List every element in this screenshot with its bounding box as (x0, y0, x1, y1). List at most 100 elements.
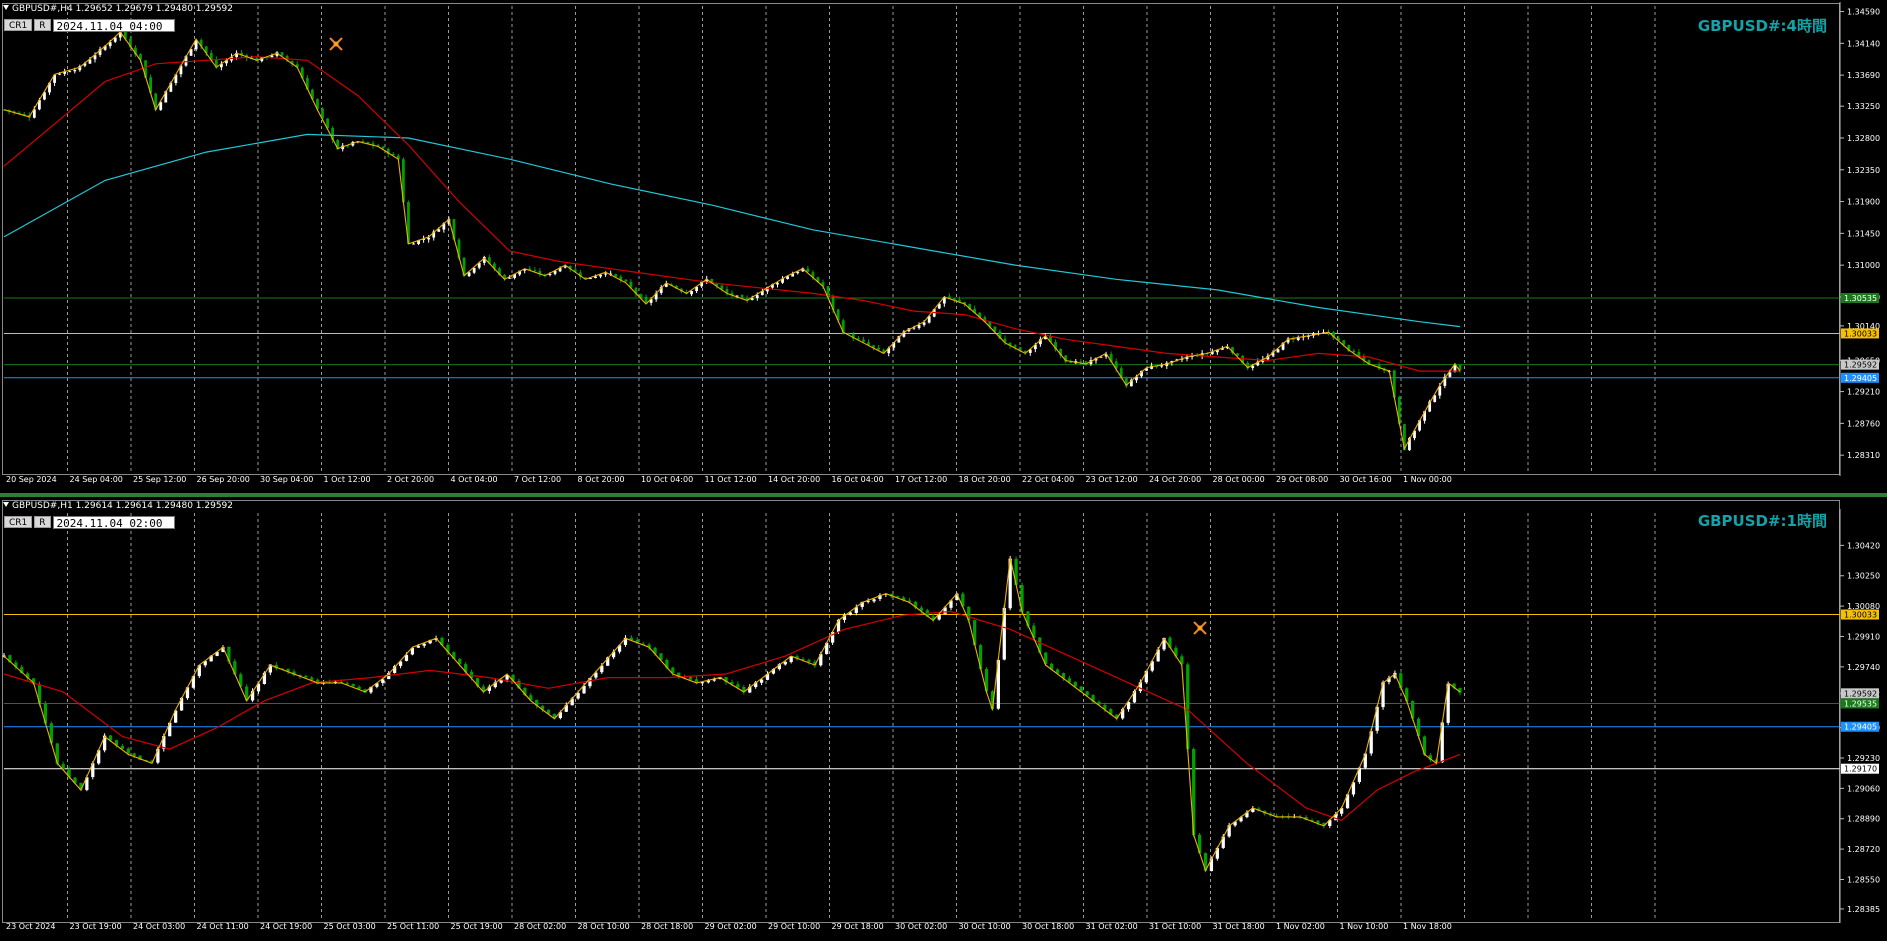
price-tick-label: 1.32350 (1847, 166, 1880, 175)
candle-body (472, 267, 476, 273)
candle-body (422, 643, 426, 646)
time-tick-label: 25 Oct 19:00 (451, 922, 503, 931)
time-tick-label: 24 Oct 19:00 (260, 922, 312, 931)
time-tick-label: 29 Oct 18:00 (832, 922, 884, 931)
price-level-badge-label: 1.30535 (1844, 294, 1877, 303)
fast-moving-average-line (3, 56, 1460, 372)
time-tick-label: 29 Oct 08:00 (1276, 475, 1328, 484)
candle-body (1013, 345, 1017, 348)
collapse-triangle-icon[interactable] (3, 5, 9, 10)
price-tick-label: 1.28720 (1847, 845, 1880, 854)
alert-marker-icon[interactable] (329, 37, 343, 51)
price-tick-label: 1.29910 (1847, 632, 1880, 641)
h4-symbol-header: GBPUSD#,H4 1.29652 1.29679 1.29480 1.295… (3, 4, 233, 14)
candle-body (872, 599, 876, 602)
h4-toolbar: CR1 R 2024.11.04 04:00 (4, 19, 175, 33)
price-tick-label: 1.30420 (1847, 541, 1880, 550)
alert-marker-icon[interactable] (1193, 621, 1207, 635)
candle-body (759, 679, 764, 683)
h4-r-button[interactable]: R (34, 19, 51, 31)
price-level-badge-label: 1.29405 (1844, 723, 1877, 732)
time-tick-label: 24 Oct 03:00 (133, 922, 185, 931)
candle-body (1316, 820, 1320, 823)
price-tick-label: 1.28550 (1847, 875, 1880, 884)
price-level-badge-label: 1.29405 (1844, 374, 1877, 383)
h1-watermark: GBPUSD#:1時間 (1697, 512, 1827, 530)
price-tick-label: 1.33690 (1847, 71, 1880, 80)
time-tick-label: 25 Sep 12:00 (133, 475, 186, 484)
candle-body (467, 272, 471, 277)
h1-chart-panel[interactable]: 1.304201.302501.300801.299101.297401.295… (0, 497, 1887, 941)
price-tick-label: 1.28385 (1847, 905, 1880, 914)
candle-body (563, 266, 567, 268)
time-tick-label: 24 Oct 20:00 (1149, 475, 1201, 484)
zigzag-indicator-line (3, 31, 1461, 451)
time-tick-label: 30 Oct 18:00 (1022, 922, 1074, 931)
price-tick-label: 1.29230 (1847, 754, 1880, 763)
price-tick-label: 1.30250 (1847, 572, 1880, 581)
time-tick-label: 18 Oct 20:00 (959, 475, 1011, 484)
time-tick-label: 29 Oct 10:00 (768, 922, 820, 931)
h4-datetime-input[interactable]: 2024.11.04 04:00 (52, 19, 175, 33)
time-tick-label: 26 Sep 20:00 (197, 475, 250, 484)
time-tick-label: 4 Oct 04:00 (451, 475, 498, 484)
candle-body (1079, 361, 1083, 363)
h1-r-button[interactable]: R (34, 516, 51, 528)
time-tick-label: 25 Oct 03:00 (324, 922, 376, 931)
candle-body (427, 237, 431, 240)
price-level-badge-label: 1.29535 (1844, 699, 1877, 708)
h1-cr1-button[interactable]: CR1 (4, 516, 33, 528)
last-price-label: 1.29592 (1844, 689, 1877, 698)
time-tick-label: 1 Oct 12:00 (324, 475, 371, 484)
price-tick-label: 1.34590 (1847, 8, 1880, 17)
time-tick-label: 14 Oct 20:00 (768, 475, 820, 484)
candle-body (700, 682, 705, 684)
candle-body (1085, 691, 1089, 696)
time-tick-label: 31 Oct 18:00 (1213, 922, 1265, 931)
price-level-badge-label: 1.29170 (1844, 765, 1877, 774)
time-tick-label: 17 Oct 12:00 (895, 475, 947, 484)
candle-body (68, 71, 72, 73)
time-tick-label: 1 Nov 18:00 (1403, 922, 1452, 931)
time-tick-label: 1 Nov 00:00 (1403, 475, 1452, 484)
price-tick-label: 1.33250 (1847, 102, 1880, 111)
h4-header-text: GBPUSD#,H4 1.29652 1.29679 1.29480 1.295… (12, 4, 234, 14)
time-tick-label: 29 Oct 02:00 (705, 922, 757, 931)
candle-body (58, 73, 62, 75)
price-level-badge-label: 1.30033 (1844, 329, 1877, 338)
time-tick-label: 16 Oct 04:00 (832, 475, 884, 484)
time-tick-label: 28 Oct 00:00 (1213, 475, 1265, 484)
time-tick-label: 23 Oct 2024 (6, 922, 55, 931)
candle-body (806, 268, 810, 272)
time-tick-label: 7 Oct 12:00 (514, 475, 561, 484)
h4-chart-panel[interactable]: 1.34590 1.34140 1.33690 1.33250 1.32800 1.323… (0, 0, 1887, 493)
candle-body (351, 684, 355, 687)
h1-header-text: GBPUSD#,H1 1.29614 1.29614 1.29480 1.295… (12, 501, 234, 511)
h1-datetime-input[interactable]: 2024.11.04 02:00 (52, 516, 175, 530)
price-tick-label: 1.29210 (1847, 388, 1880, 397)
candle-body (877, 347, 881, 350)
time-tick-label: 30 Sep 04:00 (260, 475, 313, 484)
candle-body (1160, 365, 1164, 367)
h4-candlestick-chart[interactable]: 1.34590 1.34140 1.33690 1.33250 1.32800 1.323… (0, 0, 1887, 493)
price-tick-label: 1.31450 (1847, 229, 1880, 238)
candle-body (132, 753, 136, 756)
candle-body (594, 276, 597, 278)
price-tick-label: 1.31900 (1847, 198, 1880, 207)
candle-body (437, 229, 441, 232)
candle-body (416, 645, 420, 648)
price-tick-label: 1.34140 (1847, 39, 1880, 48)
candle-body (599, 274, 602, 277)
candle-body (304, 675, 308, 678)
time-tick-label: 28 Oct 10:00 (578, 922, 630, 931)
collapse-triangle-icon[interactable] (3, 502, 9, 507)
h1-symbol-header: GBPUSD#,H1 1.29614 1.29614 1.29480 1.295… (3, 501, 233, 511)
time-tick-label: 22 Oct 04:00 (1022, 475, 1074, 484)
candle-body (533, 270, 537, 272)
price-tick-label: 1.28760 (1847, 419, 1880, 428)
candle-body (783, 661, 787, 665)
candle-body (736, 684, 740, 688)
h1-candlestick-chart[interactable]: 1.304201.302501.300801.299101.297401.295… (0, 497, 1887, 941)
h4-cr1-button[interactable]: CR1 (4, 19, 33, 31)
candle-body (381, 146, 385, 149)
